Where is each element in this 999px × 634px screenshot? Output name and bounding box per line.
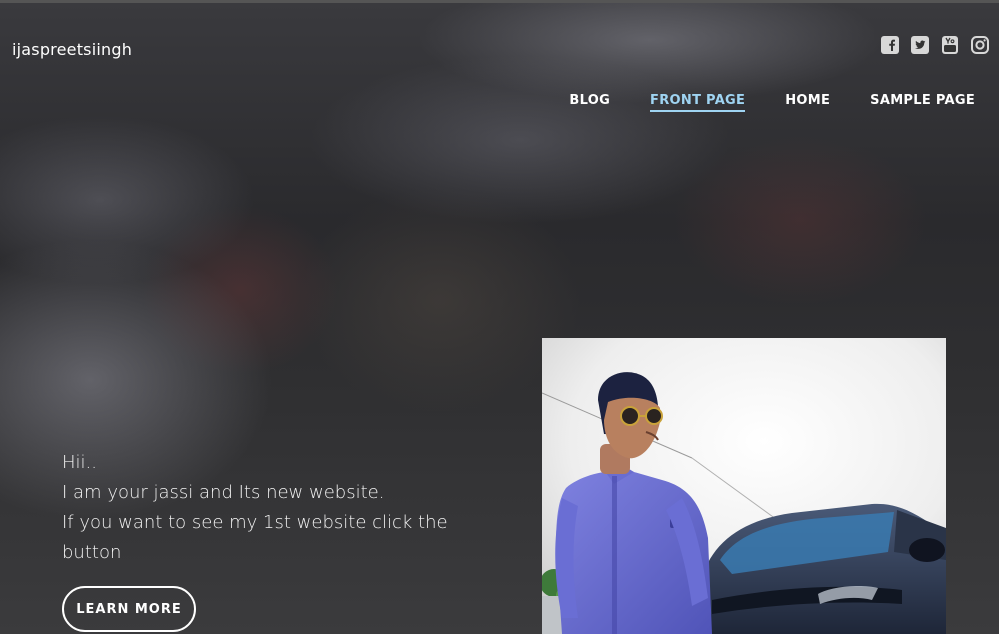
nav-item-front-page[interactable]: FRONT PAGE <box>650 93 746 112</box>
learn-more-button[interactable]: LEARN MORE <box>62 586 196 632</box>
site-title[interactable]: ijaspreetsiingh <box>12 40 132 59</box>
top-border <box>0 0 999 3</box>
instagram-icon[interactable] <box>971 36 989 54</box>
intro-line: I am your jassi and Its new website. <box>62 482 385 503</box>
twitter-icon[interactable] <box>911 36 929 54</box>
social-links <box>881 36 989 54</box>
intro-line: If you want to see my 1st website click … <box>62 512 448 563</box>
main-navigation: BLOG FRONT PAGE HOME SAMPLE PAGE <box>569 93 975 112</box>
profile-photo-image <box>542 338 946 634</box>
intro-greeting: Hii.. <box>62 452 97 473</box>
intro-text: Hii.. I am your jassi and Its new websit… <box>62 448 462 568</box>
nav-item-blog[interactable]: BLOG <box>569 93 610 112</box>
profile-photo <box>542 338 946 634</box>
facebook-icon[interactable] <box>881 36 899 54</box>
nav-item-sample-page[interactable]: SAMPLE PAGE <box>870 93 975 112</box>
nav-item-home[interactable]: HOME <box>785 93 830 112</box>
youtube-icon[interactable] <box>941 36 959 54</box>
